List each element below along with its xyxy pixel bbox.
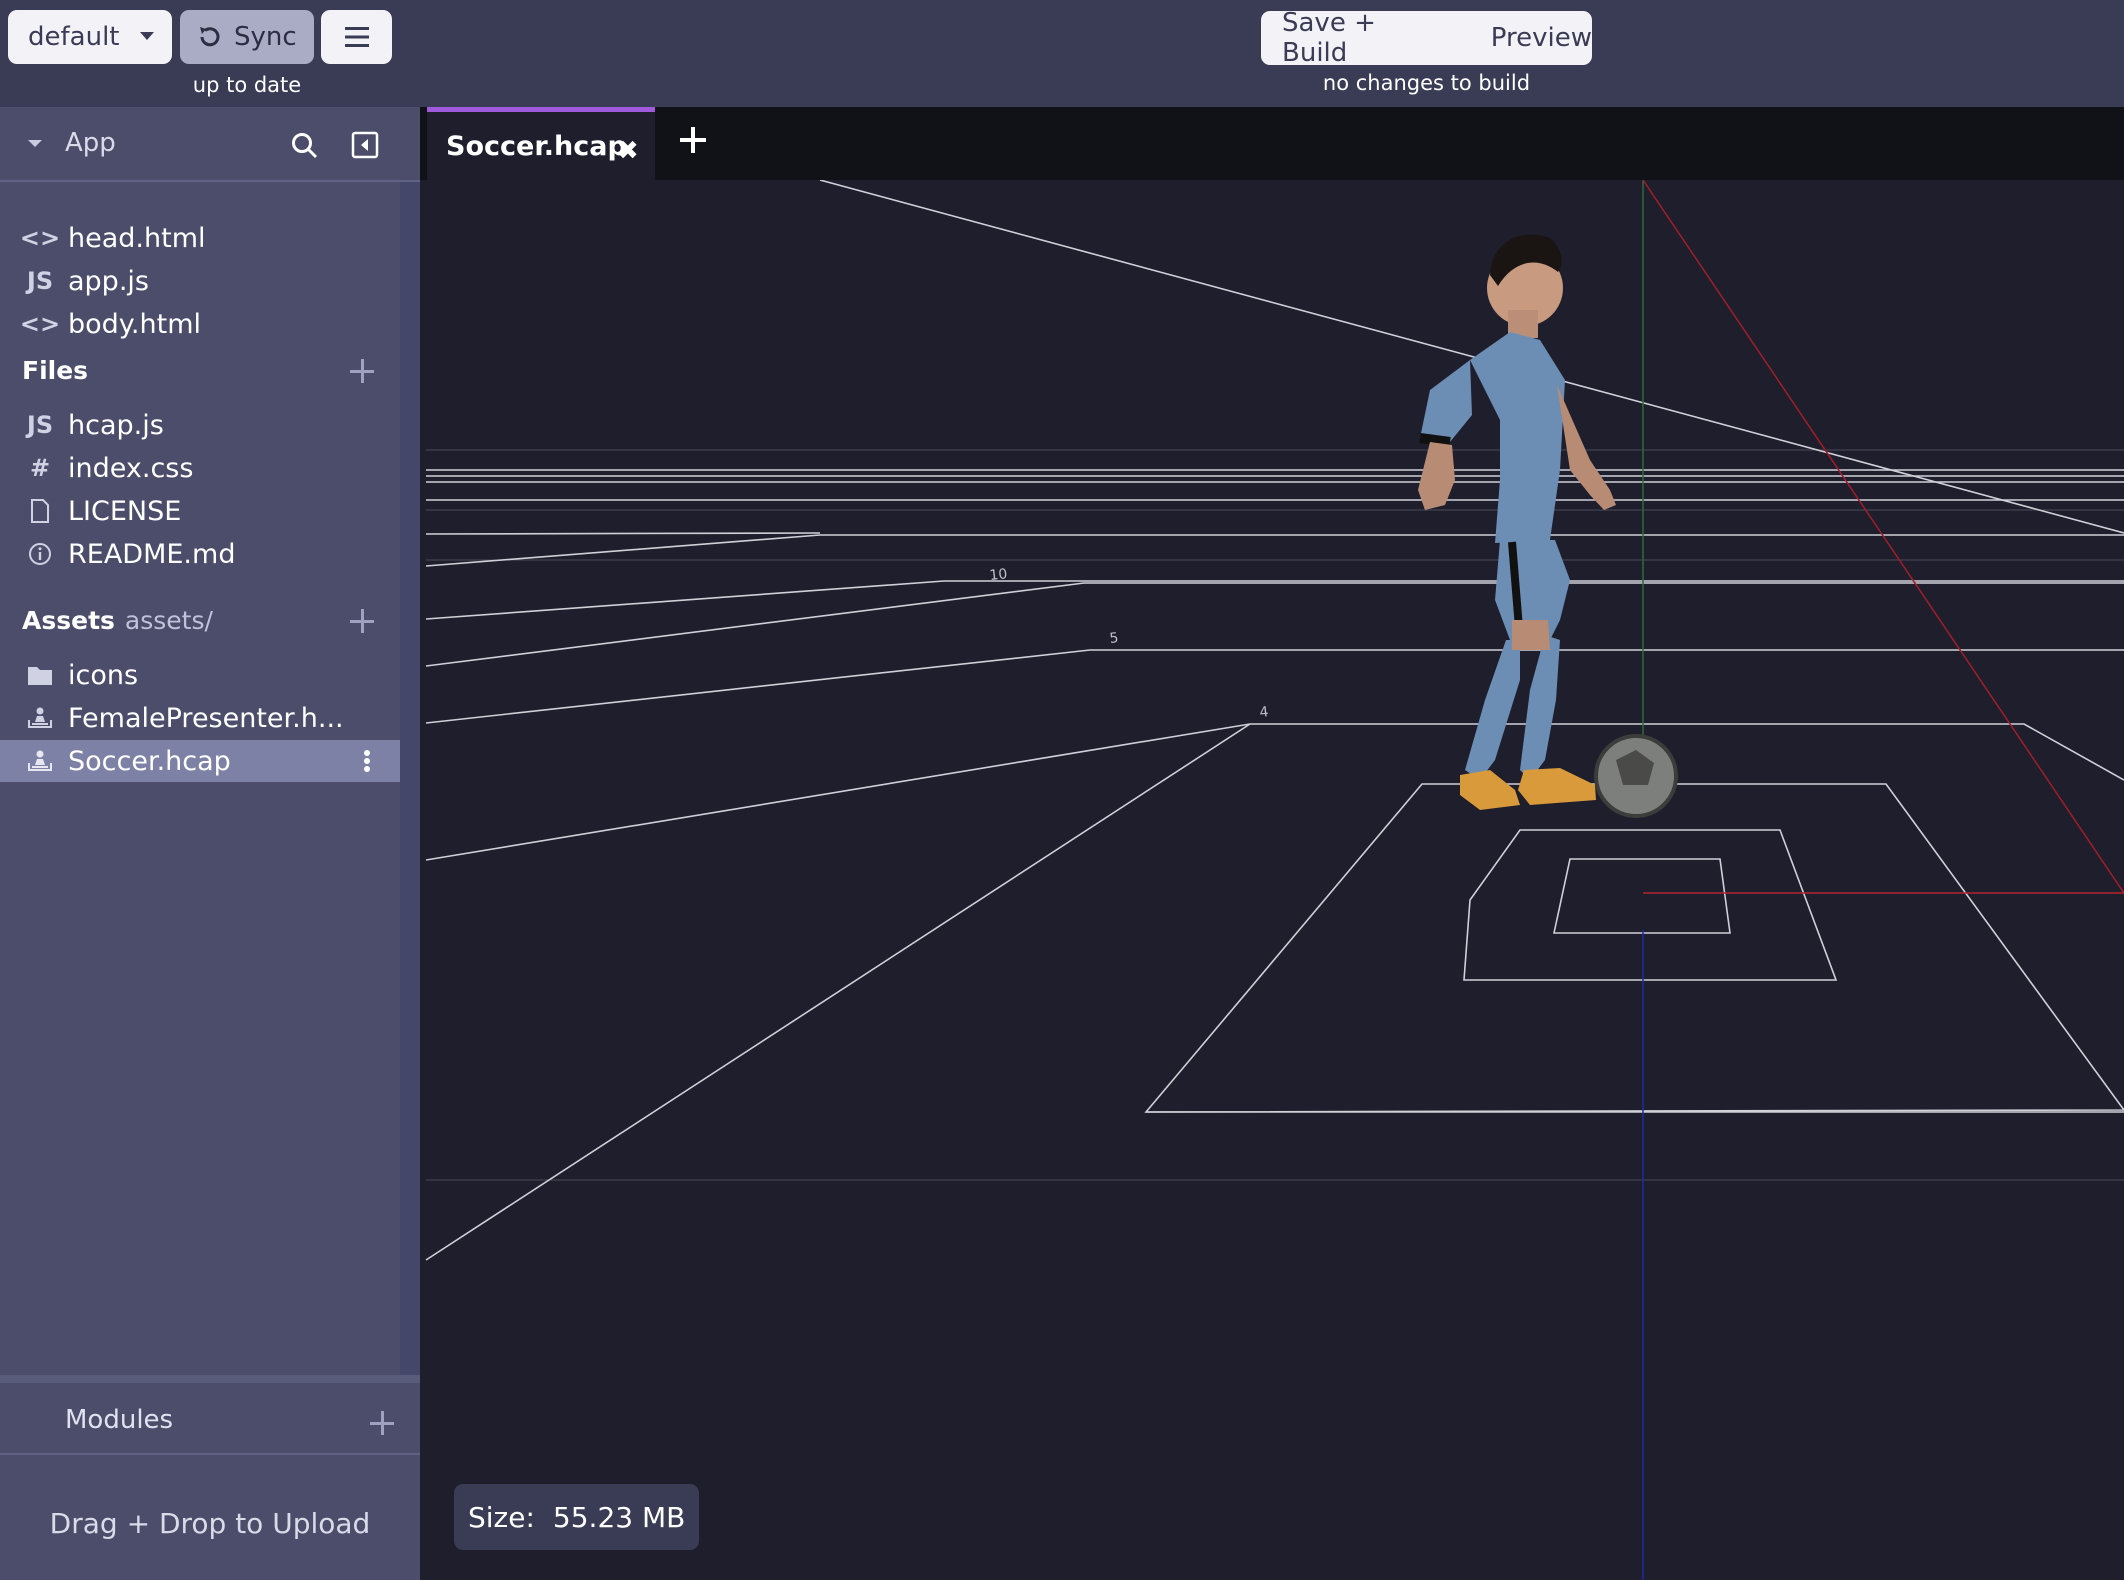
close-icon[interactable]: ✖ xyxy=(617,136,639,166)
x-axis-line xyxy=(1642,180,2124,894)
add-module-icon[interactable] xyxy=(370,1411,394,1435)
chevron-down-icon xyxy=(140,32,154,40)
size-label: Size: xyxy=(468,1500,535,1534)
branch-dropdown[interactable]: default xyxy=(8,10,172,64)
js-icon: JS xyxy=(26,411,54,439)
modules-section[interactable]: Modules xyxy=(0,1375,420,1455)
file-item-head-html[interactable]: <> head.html xyxy=(0,217,400,259)
file-name: app.js xyxy=(68,265,149,297)
hologram-icon xyxy=(22,749,58,773)
grid-label-10: 10 xyxy=(989,566,1008,584)
grid-label-4: 4 xyxy=(1259,704,1270,721)
tab-soccer-hcap[interactable]: Soccer.hcap ✖ xyxy=(427,107,655,180)
sync-label: Sync xyxy=(234,22,297,52)
asset-name: FemalePresenter.h... xyxy=(68,702,344,734)
file-item-readme[interactable]: README.md xyxy=(0,533,400,575)
hologram-icon xyxy=(22,706,58,730)
file-item-hcap-js[interactable]: JS hcap.js xyxy=(0,404,400,446)
file-name: head.html xyxy=(68,222,206,254)
add-tab-icon[interactable] xyxy=(680,127,706,153)
build-status: no changes to build xyxy=(1322,71,1531,95)
info-icon xyxy=(22,542,58,566)
file-icon xyxy=(22,499,58,523)
sync-icon xyxy=(200,27,220,47)
file-name: README.md xyxy=(68,538,236,570)
grid-label-5: 5 xyxy=(1109,630,1120,647)
ground-grid xyxy=(425,180,2124,1261)
assets-section-title: Assets assets/ xyxy=(22,606,213,635)
assets-title: Assets xyxy=(22,606,115,635)
hash-icon: # xyxy=(29,454,51,482)
build-button-group: Save + Build Preview xyxy=(1261,8,1592,68)
caret-down-icon xyxy=(28,140,42,147)
tab-label: Soccer.hcap xyxy=(446,131,627,162)
file-name: hcap.js xyxy=(68,409,164,441)
editor-tab-bar xyxy=(420,107,2124,180)
ground-grid-fine xyxy=(426,449,2124,1181)
app-section-header[interactable]: App xyxy=(0,107,420,182)
sidebar-scrollbar[interactable] xyxy=(400,182,420,1382)
file-name: index.css xyxy=(68,452,194,484)
top-bar xyxy=(0,0,2124,107)
asset-name: Soccer.hcap xyxy=(68,745,231,777)
hologram-viewport[interactable]: 10 5 4 xyxy=(420,180,2124,1580)
hamburger-icon xyxy=(344,27,369,47)
app-section-label: App xyxy=(65,128,116,158)
add-asset-icon[interactable] xyxy=(350,609,374,633)
code-icon: <> xyxy=(19,310,61,338)
menu-button[interactable] xyxy=(321,10,392,64)
sync-status: up to date xyxy=(192,73,302,97)
search-icon[interactable] xyxy=(290,131,318,159)
asset-item-soccer[interactable]: Soccer.hcap xyxy=(0,740,400,782)
js-icon: JS xyxy=(26,267,54,295)
asset-name: icons xyxy=(68,659,139,691)
file-item-license[interactable]: LICENSE xyxy=(0,490,400,532)
file-name: LICENSE xyxy=(68,495,182,527)
file-item-body-html[interactable]: <> body.html xyxy=(0,303,400,345)
save-build-button[interactable]: Save + Build xyxy=(1282,8,1449,68)
more-options-icon[interactable] xyxy=(364,750,370,772)
collapse-sidebar-icon[interactable] xyxy=(351,131,379,159)
size-value: 55.23 MB xyxy=(552,1500,686,1534)
code-icon: <> xyxy=(19,224,61,252)
file-item-app-js[interactable]: JS app.js xyxy=(0,260,400,302)
sync-button[interactable]: Sync xyxy=(180,10,314,64)
folder-icon xyxy=(22,664,58,686)
preview-button[interactable]: Preview xyxy=(1491,23,1592,53)
file-name: body.html xyxy=(68,308,202,340)
asset-item-femalepresenter[interactable]: FemalePresenter.h... xyxy=(0,697,400,739)
file-item-index-css[interactable]: # index.css xyxy=(0,447,400,489)
assets-path: assets/ xyxy=(124,606,213,635)
add-file-icon[interactable] xyxy=(350,359,374,383)
files-section-title: Files xyxy=(22,356,89,385)
asset-item-icons[interactable]: icons xyxy=(0,654,400,696)
file-sidebar: App <> head.html JS app.js <> body.html … xyxy=(0,107,420,1580)
file-size-badge: Size: 55.23 MB xyxy=(454,1484,700,1550)
scene-canvas[interactable]: 10 5 4 xyxy=(420,180,2124,1580)
branch-label: default xyxy=(28,22,120,52)
modules-label: Modules xyxy=(65,1405,174,1435)
soccer-player-hologram xyxy=(1418,234,1678,818)
upload-dropzone[interactable]: Drag + Drop to Upload xyxy=(0,1507,420,1540)
